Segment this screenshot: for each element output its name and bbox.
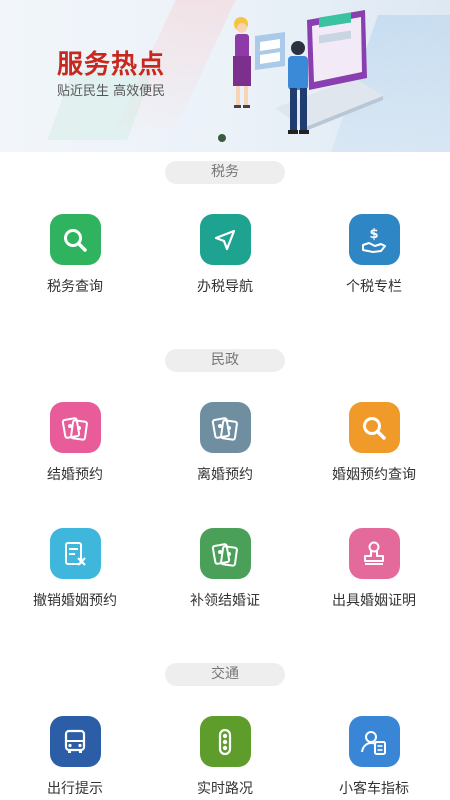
marriage-booking-query-tile[interactable]: 婚姻预约查询 bbox=[299, 402, 449, 484]
marriage-certificate-icon bbox=[49, 402, 101, 453]
tile-label: 补领结婚证 bbox=[190, 593, 260, 609]
tile-label: 结婚预约 bbox=[47, 467, 103, 483]
tile-label: 离婚预约 bbox=[197, 467, 253, 483]
banner-carousel[interactable]: 服务热点 贴近民生 高效便民 bbox=[0, 0, 450, 152]
tile-label: 婚姻预约查询 bbox=[332, 467, 416, 483]
carousel-dot-active[interactable] bbox=[218, 134, 226, 142]
section-label-civil-affairs: 民政 bbox=[165, 349, 285, 372]
cancel-document-icon bbox=[49, 528, 101, 579]
carousel-indicator bbox=[218, 134, 226, 142]
divorce-booking-tile[interactable]: 离婚预约 bbox=[150, 402, 300, 484]
search-icon bbox=[348, 402, 400, 453]
section-label-tax: 税务 bbox=[165, 161, 285, 184]
reissue-marriage-cert-tile[interactable]: 补领结婚证 bbox=[150, 528, 300, 610]
marriage-certificate-icon bbox=[199, 528, 251, 579]
tile-label: 办税导航 bbox=[197, 279, 253, 295]
search-icon bbox=[49, 214, 101, 265]
issue-marriage-proof-tile[interactable]: 出具婚姻证明 bbox=[299, 528, 449, 610]
tile-label: 撤销婚姻预约 bbox=[33, 593, 117, 609]
tile-label: 出行提示 bbox=[47, 781, 103, 797]
tile-label: 税务查询 bbox=[47, 279, 103, 295]
svg-text:$: $ bbox=[369, 227, 378, 242]
tile-label: 实时路况 bbox=[197, 781, 253, 797]
marriage-certificate-icon bbox=[199, 402, 251, 453]
realtime-traffic-tile[interactable]: 实时路况 bbox=[150, 716, 300, 798]
section-label-traffic: 交通 bbox=[165, 663, 285, 686]
banner-subtitle: 贴近民生 高效便民 bbox=[57, 84, 166, 99]
travel-tips-tile[interactable]: 出行提示 bbox=[0, 716, 150, 798]
bus-icon bbox=[49, 716, 101, 767]
tile-label: 个税专栏 bbox=[346, 279, 402, 295]
hand-dollar-icon: $ bbox=[348, 214, 400, 265]
tax-query-tile[interactable]: 税务查询 bbox=[0, 214, 150, 296]
tax-navigation-tile[interactable]: 办税导航 bbox=[150, 214, 300, 296]
marriage-booking-tile[interactable]: 结婚预约 bbox=[0, 402, 150, 484]
car-quota-tile[interactable]: 小客车指标 bbox=[299, 716, 449, 798]
traffic-light-icon bbox=[199, 716, 251, 767]
user-document-icon bbox=[348, 716, 400, 767]
stamp-icon bbox=[348, 528, 400, 579]
navigation-arrow-icon bbox=[199, 214, 251, 265]
banner-illustration bbox=[233, 10, 383, 134]
tile-label: 出具婚姻证明 bbox=[332, 593, 416, 609]
personal-tax-tile[interactable]: $ 个税专栏 bbox=[299, 214, 449, 296]
banner-title: 服务热点 bbox=[57, 50, 166, 80]
tile-label: 小客车指标 bbox=[339, 781, 409, 797]
cancel-marriage-booking-tile[interactable]: 撤销婚姻预约 bbox=[0, 528, 150, 610]
